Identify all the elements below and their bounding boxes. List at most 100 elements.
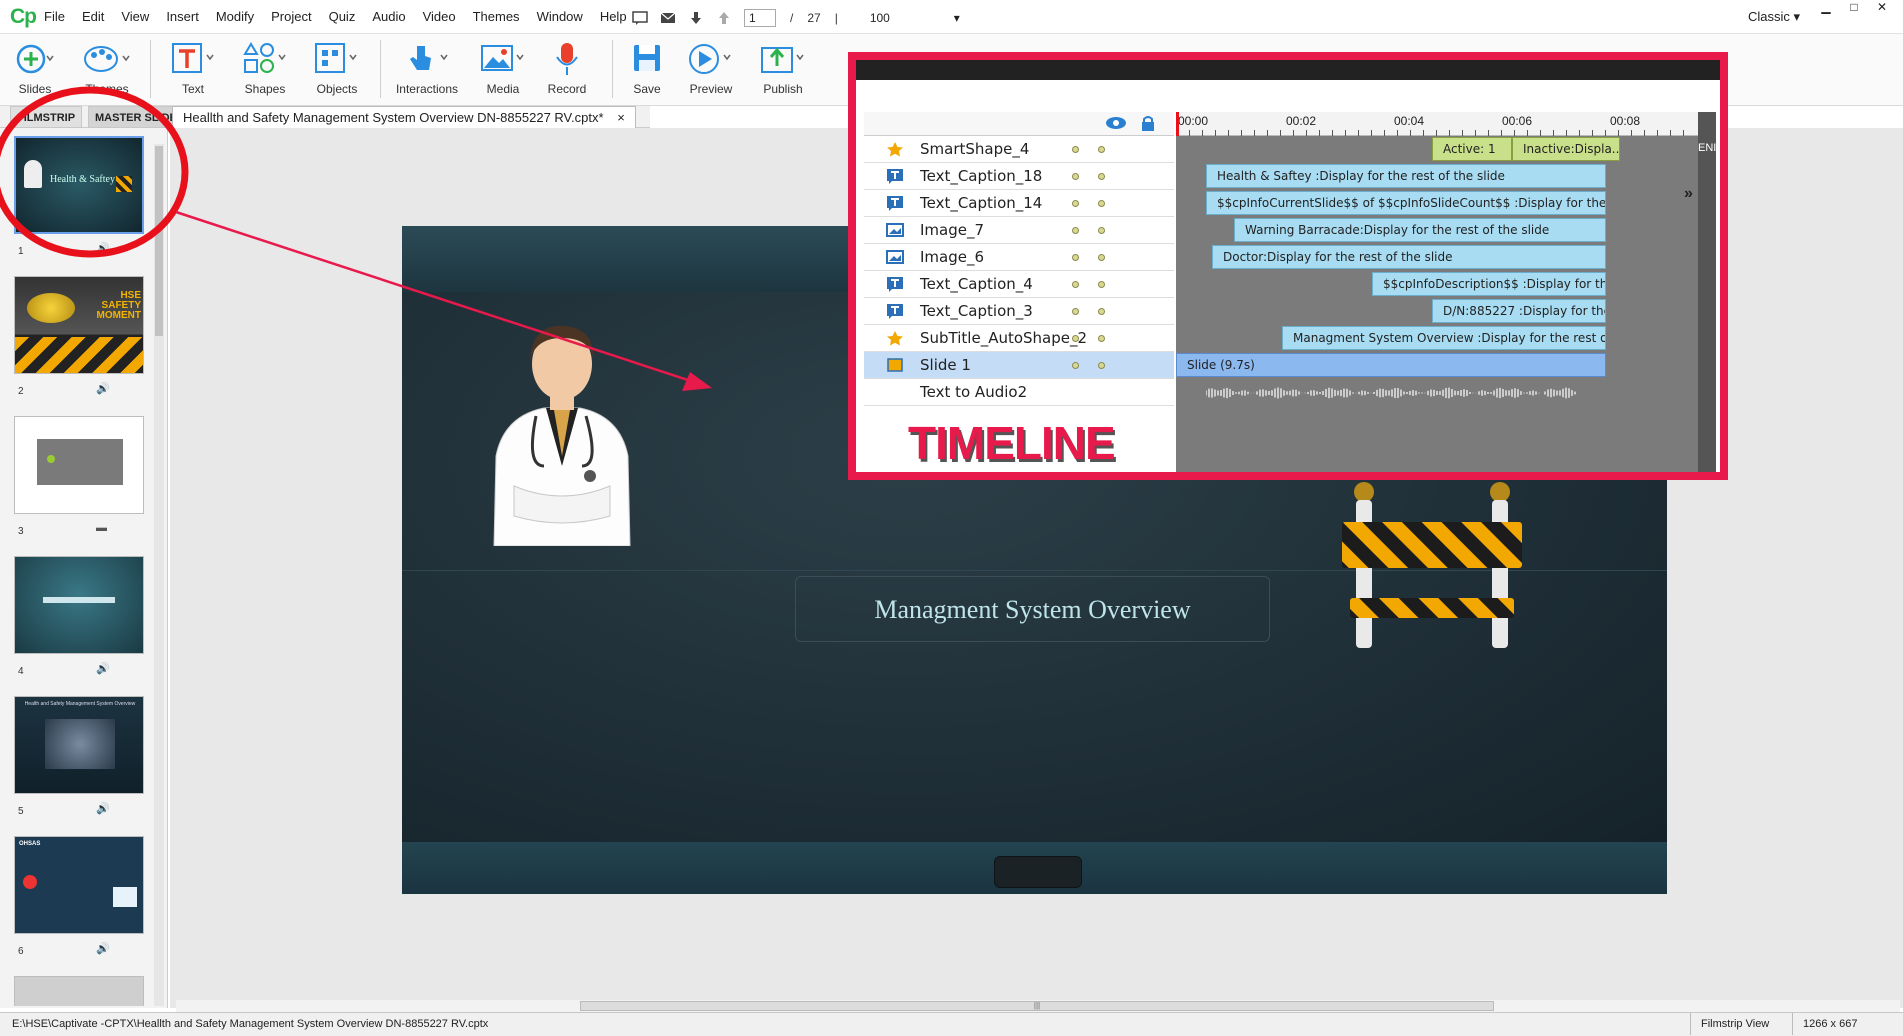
timeline-bar-active[interactable]: Active: 1 (1432, 137, 1512, 161)
slides-button[interactable]: Slides (0, 40, 70, 96)
slide-thumbnail-3[interactable] (14, 416, 144, 514)
ruler-label: 00:08 (1610, 114, 1641, 128)
menu-audio[interactable]: Audio (372, 9, 405, 24)
barricade-image[interactable] (1342, 482, 1522, 648)
timeline-layer-row[interactable]: Image_7 (864, 217, 1174, 244)
menu-view[interactable]: View (121, 9, 149, 24)
slide-thumbnail-6[interactable]: OHSAS (14, 836, 144, 934)
timeline-bar[interactable]: D/N:885227 :Display for the ... (1432, 299, 1606, 323)
lock-toggle[interactable] (1098, 227, 1105, 234)
lock-toggle[interactable] (1098, 335, 1105, 342)
menu-window[interactable]: Window (537, 9, 583, 24)
visibility-toggle[interactable] (1072, 173, 1079, 180)
minimize-icon[interactable]: ▁ (1812, 0, 1840, 16)
menu-insert[interactable]: Insert (166, 9, 199, 24)
record-button[interactable]: Record (532, 40, 602, 96)
tab-master-slide[interactable]: MASTER SLIDE (88, 106, 184, 128)
timeline-layer-row[interactable]: Text_Caption_4 (864, 271, 1174, 298)
visibility-toggle[interactable] (1072, 227, 1079, 234)
slide-thumbnail-7[interactable] (14, 976, 144, 1006)
timeline-layer-row[interactable]: SubTitle_AutoShape_2 (864, 325, 1174, 352)
speaker-icon: 🔊 (96, 663, 110, 675)
visibility-toggle[interactable] (1072, 335, 1079, 342)
timeline-layer-row[interactable]: Slide 1 (864, 352, 1174, 379)
mail-icon[interactable] (660, 11, 676, 25)
arrow-down-icon[interactable] (688, 11, 704, 25)
visibility-toggle[interactable] (1072, 281, 1079, 288)
workspace-select[interactable]: Classic ▾ (1748, 9, 1800, 25)
timeline-bar[interactable]: Doctor:Display for the rest of the slide (1212, 245, 1606, 269)
view-mode[interactable]: Filmstrip View (1690, 1013, 1769, 1035)
timeline-bar[interactable]: Warning Barracade:Display for the rest o… (1234, 218, 1606, 242)
playhead[interactable] (1176, 112, 1179, 136)
objects-button[interactable]: Objects (302, 40, 372, 96)
themes-button[interactable]: Themes (72, 40, 142, 96)
arrow-up-icon[interactable] (716, 11, 732, 25)
maximize-icon[interactable]: □ (1840, 0, 1868, 16)
visibility-toggle[interactable] (1072, 146, 1079, 153)
scrollbar-thumb[interactable] (155, 146, 163, 336)
document-tab[interactable]: Heallth and Safety Management System Ove… (172, 106, 636, 128)
menu-modify[interactable]: Modify (216, 9, 254, 24)
timeline-bar[interactable]: Health & Saftey :Display for the rest of… (1206, 164, 1606, 188)
shapes-button[interactable]: Shapes (230, 40, 300, 96)
menu-quiz[interactable]: Quiz (329, 9, 356, 24)
eye-icon[interactable] (1105, 116, 1127, 133)
timeline-layer-row[interactable]: Image_6 (864, 244, 1174, 271)
timeline-ruler[interactable]: 00:00 00:02 00:04 00:06 00:08 (1176, 112, 1716, 136)
slide-subtitle[interactable]: Managment System Overview (795, 576, 1270, 642)
slide-thumbnail-2[interactable]: HSE SAFETY MOMENT (14, 276, 144, 374)
lock-toggle[interactable] (1098, 254, 1105, 261)
lock-toggle[interactable] (1098, 281, 1105, 288)
lock-toggle[interactable] (1098, 200, 1105, 207)
menu-project[interactable]: Project (271, 9, 311, 24)
end-marker[interactable]: ENI (1698, 112, 1716, 472)
text-button[interactable]: Text (158, 40, 228, 96)
media-button[interactable]: Media (468, 40, 538, 96)
preview-button[interactable]: Preview (676, 40, 746, 96)
lock-toggle[interactable] (1098, 362, 1105, 369)
menu-video[interactable]: Video (423, 9, 456, 24)
audio-waveform[interactable] (1206, 383, 1586, 403)
timeline-bar[interactable]: $$cpInfoDescription$$ :Display for the r… (1372, 272, 1606, 296)
timeline-bar[interactable]: Slide (9.7s) (1176, 353, 1606, 377)
menu-file[interactable]: File (44, 9, 65, 24)
filmstrip-scrollbar[interactable] (154, 144, 164, 1006)
visibility-toggle[interactable] (1072, 254, 1079, 261)
menu-edit[interactable]: Edit (82, 9, 104, 24)
slide-nav-button[interactable] (994, 856, 1082, 888)
visibility-toggle[interactable] (1072, 200, 1079, 207)
doctor-image[interactable] (474, 316, 650, 547)
zoom-select[interactable]: 100 ▾ (870, 11, 960, 25)
visibility-toggle[interactable] (1072, 308, 1079, 315)
slide-thumbnail-1[interactable]: Health & Saftey (14, 136, 144, 234)
horizontal-scrollbar[interactable]: ||| (176, 1000, 1900, 1012)
timeline-bar-inactive[interactable]: Inactive:Displa... (1512, 137, 1620, 161)
timeline-bar[interactable]: Managment System Overview :Display for t… (1282, 326, 1606, 350)
page-number-input[interactable]: 1 (744, 9, 776, 27)
close-icon[interactable]: ✕ (1868, 0, 1896, 16)
menu-help[interactable]: Help (600, 9, 627, 24)
lock-icon[interactable] (1141, 115, 1155, 134)
timeline-layer-row[interactable]: SmartShape_4 (864, 136, 1174, 163)
save-button[interactable]: Save (612, 40, 682, 96)
timeline-bar[interactable]: $$cpInfoCurrentSlide$$ of $$cpInfoSlideC… (1206, 191, 1606, 215)
visibility-toggle[interactable] (1072, 362, 1079, 369)
interactions-button[interactable]: Interactions (392, 40, 462, 96)
lock-toggle[interactable] (1098, 173, 1105, 180)
timeline-layer-row[interactable]: Text to Audio2 (864, 379, 1174, 406)
tab-filmstrip[interactable]: FILMSTRIP (10, 106, 83, 128)
timeline-layer-row[interactable]: Text_Caption_18 (864, 163, 1174, 190)
scrollbar-thumb[interactable]: ||| (580, 1001, 1494, 1011)
menu-themes[interactable]: Themes (473, 9, 520, 24)
slide-thumbnail-4[interactable] (14, 556, 144, 654)
publish-button[interactable]: Publish (748, 40, 818, 96)
close-icon[interactable]: × (617, 110, 625, 125)
comment-icon[interactable] (632, 11, 648, 25)
slide-thumbnail-5[interactable]: Health and Safety Management System Over… (14, 696, 144, 794)
timeline-layer-row[interactable]: Text_Caption_14 (864, 190, 1174, 217)
lock-toggle[interactable] (1098, 146, 1105, 153)
timeline-layer-row[interactable]: Text_Caption_3 (864, 298, 1174, 325)
chevron-right-icon[interactable]: » (1684, 185, 1693, 203)
lock-toggle[interactable] (1098, 308, 1105, 315)
